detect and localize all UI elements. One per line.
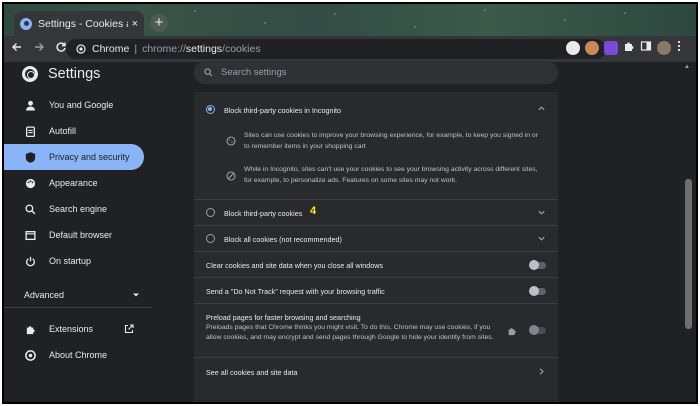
link-label: See all cookies and site data <box>206 368 298 377</box>
tab-title: Settings - Cookies and other sit <box>38 17 128 30</box>
cookie-icon <box>226 136 236 148</box>
sidebar-item-autofill[interactable]: Autofill <box>4 118 154 144</box>
clipboard-icon <box>24 125 36 137</box>
puzzle-icon[interactable] <box>623 39 635 57</box>
sidebar-item-label: About Chrome <box>49 350 108 360</box>
person-icon <box>24 99 36 111</box>
sidebar-item-label: Appearance <box>49 178 98 188</box>
settings-sidebar: You and Google Autofill Privacy and secu… <box>4 92 154 368</box>
browser-window: Settings - Cookies and other sit × + Chr… <box>2 2 698 404</box>
option-block-incognito[interactable]: Block third-party cookies in Incognito S… <box>194 92 558 200</box>
option-label: Block third-party cookies in Incognito <box>224 106 342 115</box>
profile-avatar[interactable] <box>657 41 671 55</box>
chevron-right-icon <box>537 367 546 378</box>
scroll-up-arrow-icon[interactable]: ▲ <box>684 64 690 70</box>
sidebar-item-extensions[interactable]: Extensions <box>4 316 154 342</box>
tab-settings[interactable]: Settings - Cookies and other sit × <box>14 11 144 36</box>
url-path: /cookies <box>222 43 261 55</box>
radio-block-all[interactable] <box>206 234 215 243</box>
omnibox-divider: | <box>134 43 138 55</box>
sidebar-item-label: Extensions <box>49 324 94 334</box>
block-icon <box>226 171 236 183</box>
sidebar-item-default-browser[interactable]: Default browser <box>4 222 154 248</box>
sidebar-item-search-engine[interactable]: Search engine <box>4 196 154 222</box>
address-bar[interactable]: Chrome | chrome://settings/cookies <box>66 39 606 59</box>
enterprise-managed-icon <box>507 326 517 338</box>
sidebar-item-label: You and Google <box>49 100 114 110</box>
sidebar-item-label: Autofill <box>49 126 77 136</box>
url-host: settings <box>185 43 223 55</box>
setting-label: Send a "Do Not Track" request with your … <box>206 287 385 296</box>
tab-strip: Settings - Cookies and other sit × + <box>4 4 696 36</box>
option-label: Block third-party cookies <box>224 209 303 218</box>
extension-icon-3[interactable] <box>604 41 618 55</box>
radio-block-incognito[interactable] <box>206 105 215 114</box>
preload-description: Preloads pages that Chrome thinks you mi… <box>206 324 494 341</box>
chrome-logo-icon <box>24 349 36 361</box>
open-in-new-icon <box>124 324 134 336</box>
chrome-site-icon <box>76 44 86 54</box>
clear-on-close-toggle[interactable] <box>529 260 546 270</box>
chrome-logo-icon <box>22 66 38 82</box>
annotation-number: 4 <box>310 205 317 217</box>
sidebar-advanced-toggle[interactable]: Advanced <box>4 282 152 308</box>
setting-label: Clear cookies and site data when you clo… <box>206 261 383 270</box>
browser-toolbar: Chrome | chrome://settings/cookies <box>4 36 696 62</box>
setting-clear-on-close: Clear cookies and site data when you clo… <box>194 252 558 278</box>
sidebar-item-label: Search engine <box>49 204 108 214</box>
search-icon <box>204 68 213 77</box>
incognito-detail-tracking: While in Incognito, sites can't use your… <box>244 166 538 184</box>
cookies-settings-card: Block third-party cookies in Incognito S… <box>194 92 558 402</box>
url-scheme: chrome:// <box>142 43 186 55</box>
sidebar-item-label: On startup <box>49 256 92 266</box>
new-tab-button[interactable]: + <box>150 14 168 32</box>
browser-window-icon <box>24 229 36 241</box>
site-name: Chrome <box>92 43 130 55</box>
option-block-third-party[interactable]: Block third-party cookies 4 <box>194 200 558 226</box>
sidebar-item-about-chrome[interactable]: About Chrome <box>4 342 154 368</box>
scrollbar-thumb[interactable] <box>685 179 692 329</box>
search-input[interactable] <box>221 67 521 78</box>
back-arrow-icon[interactable] <box>8 40 26 58</box>
sidebar-item-you-and-google[interactable]: You and Google <box>4 92 154 118</box>
sidebar-item-privacy-and-security[interactable]: Privacy and security <box>4 144 144 170</box>
option-block-all[interactable]: Block all cookies (not recommended) <box>194 226 558 252</box>
puzzle-icon <box>24 323 36 335</box>
side-panel-icon[interactable] <box>640 39 652 57</box>
menu-kebab-icon[interactable] <box>676 39 682 57</box>
forward-arrow-icon[interactable] <box>30 40 48 58</box>
sidebar-item-appearance[interactable]: Appearance <box>4 170 154 196</box>
setting-do-not-track: Send a "Do Not Track" request with your … <box>194 278 558 304</box>
search-settings-box[interactable] <box>194 61 558 84</box>
setting-preload-pages: Preload pages for faster browsing and se… <box>194 304 558 358</box>
close-tab-icon[interactable]: × <box>132 18 138 30</box>
preload-toggle[interactable] <box>529 325 546 335</box>
sidebar-item-on-startup[interactable]: On startup <box>4 248 154 274</box>
link-see-all-cookies[interactable]: See all cookies and site data <box>194 358 558 386</box>
do-not-track-toggle[interactable] <box>529 286 546 296</box>
caret-down-icon <box>132 290 140 300</box>
advanced-label: Advanced <box>24 289 65 300</box>
palette-icon <box>24 177 36 189</box>
extension-icon-2[interactable] <box>585 41 599 55</box>
radio-block-third-party[interactable] <box>206 208 215 217</box>
power-icon <box>24 255 36 267</box>
setting-label: Preload pages for faster browsing and se… <box>206 313 361 322</box>
sidebar-item-label: Privacy and security <box>49 152 130 162</box>
chevron-down-icon[interactable] <box>537 234 546 245</box>
option-label: Block all cookies (not recommended) <box>224 235 342 244</box>
chevron-up-icon[interactable] <box>537 104 546 115</box>
shield-icon <box>24 151 36 163</box>
incognito-detail-cookies: Sites can use cookies to improve your br… <box>244 132 538 150</box>
search-icon <box>24 203 36 215</box>
sidebar-item-label: Default browser <box>49 230 113 240</box>
page-title: Settings <box>22 66 100 82</box>
chevron-down-icon[interactable] <box>537 208 546 219</box>
settings-gear-icon <box>20 17 32 30</box>
settings-title: Settings <box>48 66 101 82</box>
extension-icon-1[interactable] <box>566 41 580 55</box>
